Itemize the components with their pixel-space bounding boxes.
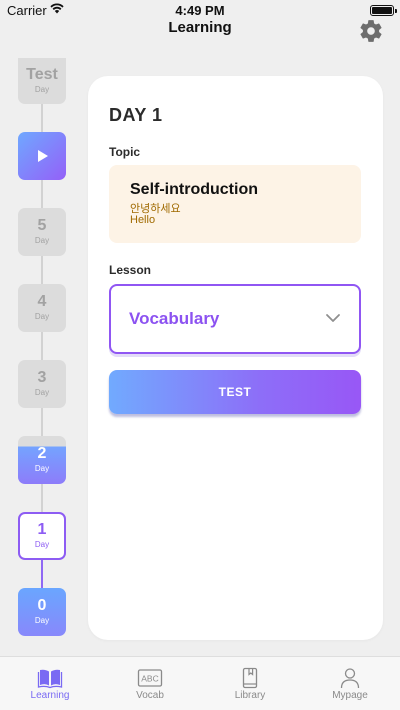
tab-label: Mypage: [332, 690, 368, 701]
battery-icon: [370, 5, 397, 16]
day-number: 1: [37, 521, 47, 538]
timeline-item-day-3[interactable]: 3 Day: [18, 360, 66, 408]
tab-vocab[interactable]: ABC Vocab: [100, 657, 200, 710]
day-number: Test: [26, 66, 58, 83]
tab-bar: Learning ABC Vocab Library Mypage: [0, 656, 400, 710]
timeline-item-day-5[interactable]: 5 Day: [18, 208, 66, 256]
topic-label: Topic: [109, 145, 141, 159]
day-number: 3: [37, 369, 47, 386]
lesson-label: Lesson: [109, 263, 152, 277]
tab-label: Library: [234, 690, 266, 701]
tab-learning[interactable]: Learning: [0, 657, 100, 710]
chevron-down-icon: [325, 310, 341, 326]
topic-english-text: Hello: [130, 214, 156, 226]
lesson-selected-value: Vocabulary: [129, 309, 220, 328]
day-sub-label: Day: [34, 540, 50, 549]
day-sub-label: Day: [34, 388, 50, 397]
timeline-item-day-0[interactable]: 0 Day: [18, 588, 66, 636]
gear-icon[interactable]: [358, 18, 384, 44]
day-number: 5: [37, 217, 47, 234]
status-time: 4:49 PM: [175, 3, 225, 18]
day-sub-label: Day: [34, 616, 50, 625]
day-sub-label: Day: [34, 85, 50, 94]
timeline-track-progress: [41, 558, 43, 592]
lesson-dropdown[interactable]: Vocabulary: [109, 284, 361, 354]
timeline-item-test[interactable]: Test Day: [18, 58, 66, 104]
topic-title: Self-introduction: [130, 181, 258, 198]
day-sub-label: Day: [34, 312, 50, 321]
day-card: DAY 1 Topic Self-introduction 안녕하세요 Hell…: [88, 76, 383, 640]
book-icon: [37, 667, 63, 689]
timeline-item-day-1[interactable]: 1 Day: [18, 512, 66, 560]
page-title: Learning: [168, 19, 232, 36]
timeline-item-day-2[interactable]: 2 Day: [18, 436, 66, 484]
tab-mypage[interactable]: Mypage: [300, 657, 400, 710]
timeline-item-day-4[interactable]: 4 Day: [18, 284, 66, 332]
tab-label: Vocab: [136, 690, 164, 701]
tab-label: Learning: [30, 690, 70, 701]
day-sub-label: Day: [34, 236, 50, 245]
day-sub-label: Day: [34, 464, 50, 473]
person-icon: [337, 667, 363, 689]
svg-text:ABC: ABC: [141, 674, 158, 684]
day-title: DAY 1: [109, 105, 163, 125]
day-number: 2: [37, 445, 47, 462]
day-number: 4: [37, 293, 47, 310]
play-icon: [38, 150, 48, 162]
abc-icon: ABC: [137, 667, 163, 689]
library-book-icon: [237, 667, 263, 689]
status-bar: Carrier 4:49 PM: [0, 0, 400, 20]
tab-library[interactable]: Library: [200, 657, 300, 710]
timeline-item-play[interactable]: [18, 132, 66, 180]
topic-box: Self-introduction 안녕하세요 Hello: [109, 165, 361, 243]
test-button[interactable]: TEST: [109, 370, 361, 414]
day-number: 0: [37, 597, 47, 614]
